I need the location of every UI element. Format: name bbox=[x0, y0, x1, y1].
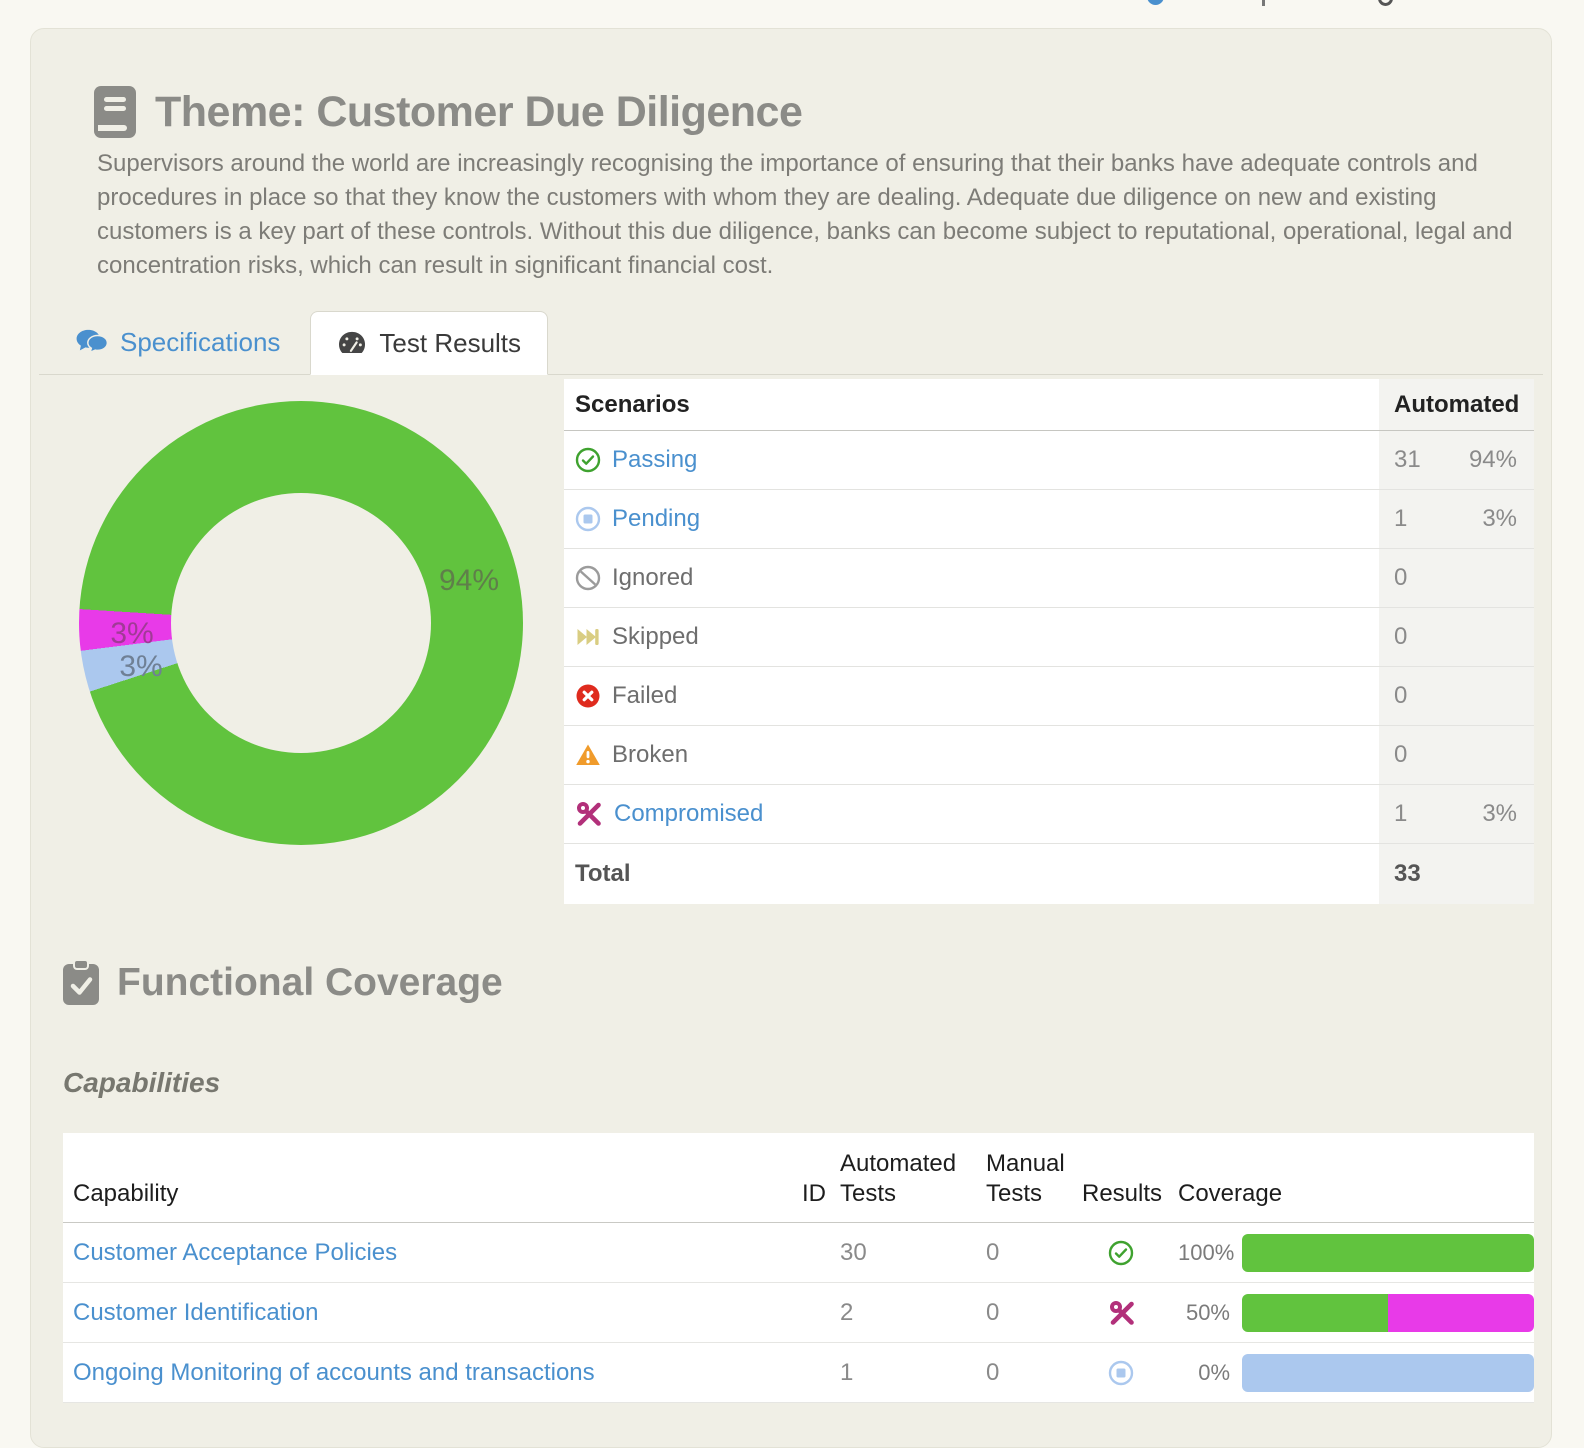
scenario-label-broken: Broken bbox=[612, 741, 688, 769]
donut-label-compromised: 3% bbox=[110, 617, 153, 651]
compromised-icon bbox=[575, 800, 603, 828]
page-title-row: Theme: Customer Due Diligence bbox=[93, 85, 802, 139]
donut-label-passing: 94% bbox=[439, 564, 499, 598]
tab-test-results-label: Test Results bbox=[379, 328, 521, 359]
pending-result-icon bbox=[1108, 1360, 1134, 1386]
page-title: Theme: Customer Due Diligence bbox=[155, 88, 802, 137]
scenario-label-ignored: Ignored bbox=[612, 564, 693, 592]
passing-count: 31 bbox=[1394, 446, 1440, 474]
scenario-link-passing[interactable]: Passing bbox=[612, 446, 697, 474]
table-row-skipped: Skipped 0 bbox=[564, 608, 1534, 667]
coverage-percent-label: 50% bbox=[1178, 1300, 1230, 1326]
failed-icon bbox=[575, 683, 601, 709]
failed-count: 0 bbox=[1394, 682, 1440, 710]
table-row-failed: Failed 0 bbox=[564, 667, 1534, 726]
pending-icon bbox=[575, 506, 601, 532]
passing-percent: 94% bbox=[1469, 446, 1517, 474]
table-row-capability-2: Customer Identification 2 0 50% bbox=[63, 1283, 1534, 1343]
ignored-count: 0 bbox=[1394, 564, 1440, 592]
scenarios-table: Scenarios Automated Passing 31 94% bbox=[564, 379, 1534, 904]
table-row-capability-3: Ongoing Monitoring of accounts and trans… bbox=[63, 1343, 1534, 1403]
coverage-bar bbox=[1242, 1354, 1534, 1392]
capability-link-customer-identification[interactable]: Customer Identification bbox=[73, 1299, 318, 1326]
navbar-fragment-text bbox=[1378, 0, 1393, 6]
tab-test-results[interactable]: Test Results bbox=[310, 311, 548, 375]
results-header: Results bbox=[1082, 1179, 1178, 1222]
scenario-link-compromised[interactable]: Compromised bbox=[614, 800, 763, 828]
clipboard-check-icon bbox=[61, 959, 101, 1007]
theme-description: Supervisors around the world are increas… bbox=[97, 147, 1525, 283]
id-header: ID bbox=[788, 1179, 828, 1222]
total-count: 33 bbox=[1394, 860, 1440, 888]
table-row-total: Total 33 bbox=[564, 844, 1534, 904]
navbar-fragment-icon bbox=[1147, 0, 1164, 5]
tab-specifications-label: Specifications bbox=[120, 327, 280, 358]
capabilities-table: Capability ID Automated Tests Manual Tes… bbox=[63, 1133, 1534, 1403]
passing-result-icon bbox=[1108, 1240, 1134, 1266]
scenario-label-skipped: Skipped bbox=[612, 623, 699, 651]
capability-header: Capability bbox=[63, 1179, 788, 1222]
table-row-ignored: Ignored 0 bbox=[564, 549, 1534, 608]
compromised-result-icon bbox=[1108, 1299, 1136, 1327]
total-label: Total bbox=[564, 844, 1379, 904]
ignored-icon bbox=[575, 565, 601, 591]
scenario-label-failed: Failed bbox=[612, 682, 677, 710]
table-row-pending: Pending 1 3% bbox=[564, 490, 1534, 549]
tab-specifications[interactable]: Specifications bbox=[59, 310, 296, 374]
navbar-fragment-divider bbox=[1262, 0, 1265, 6]
scenario-link-pending[interactable]: Pending bbox=[612, 505, 700, 533]
capability-2-automated: 2 bbox=[828, 1299, 980, 1327]
pending-percent: 3% bbox=[1482, 505, 1517, 533]
automated-header-cell: Automated bbox=[1379, 379, 1534, 430]
skipped-icon bbox=[575, 624, 601, 650]
table-row-compromised: Compromised 1 3% bbox=[564, 785, 1534, 844]
capabilities-header-row: Capability ID Automated Tests Manual Tes… bbox=[63, 1133, 1534, 1223]
book-icon bbox=[93, 85, 137, 139]
broken-icon bbox=[575, 742, 601, 768]
coverage-percent-label: 0% bbox=[1178, 1360, 1230, 1386]
coverage-percent-label: 100% bbox=[1178, 1240, 1230, 1266]
table-row-broken: Broken 0 bbox=[564, 726, 1534, 785]
table-row-passing: Passing 31 94% bbox=[564, 431, 1534, 490]
comments-icon bbox=[75, 328, 109, 356]
donut-label-pending: 3% bbox=[119, 650, 162, 684]
tab-bar: Specifications Test Results bbox=[39, 311, 1543, 375]
compromised-percent: 3% bbox=[1482, 800, 1517, 828]
passing-icon bbox=[575, 447, 601, 473]
capability-1-manual: 0 bbox=[980, 1239, 1082, 1267]
coverage-bar bbox=[1242, 1294, 1534, 1332]
automated-header: Automated bbox=[1394, 391, 1519, 419]
functional-coverage-heading: Functional Coverage bbox=[117, 961, 503, 1005]
scenarios-header: Scenarios bbox=[564, 379, 1379, 430]
skipped-count: 0 bbox=[1394, 623, 1440, 651]
results-donut-chart: 94% 3% 3% bbox=[79, 401, 523, 845]
capability-3-manual: 0 bbox=[980, 1359, 1082, 1387]
automated-tests-header: Automated Tests bbox=[828, 1149, 980, 1222]
capability-link-ongoing-monitoring[interactable]: Ongoing Monitoring of accounts and trans… bbox=[73, 1359, 595, 1386]
manual-tests-header: Manual Tests bbox=[980, 1149, 1082, 1222]
capability-3-automated: 1 bbox=[828, 1359, 980, 1387]
scenarios-header-row: Scenarios Automated bbox=[564, 379, 1534, 431]
coverage-bar bbox=[1242, 1234, 1534, 1272]
coverage-header: Coverage bbox=[1178, 1179, 1534, 1222]
broken-count: 0 bbox=[1394, 741, 1440, 769]
capabilities-subheading: Capabilities bbox=[63, 1067, 220, 1099]
pending-count: 1 bbox=[1394, 505, 1440, 533]
capability-1-automated: 30 bbox=[828, 1239, 980, 1267]
functional-coverage-heading-row: Functional Coverage bbox=[61, 959, 503, 1007]
compromised-count: 1 bbox=[1394, 800, 1440, 828]
gauge-icon bbox=[337, 330, 367, 356]
capability-2-manual: 0 bbox=[980, 1299, 1082, 1327]
theme-card: Theme: Customer Due Diligence Supervisor… bbox=[30, 28, 1552, 1448]
table-row-capability-1: Customer Acceptance Policies 30 0 100% bbox=[63, 1223, 1534, 1283]
capability-link-customer-acceptance-policies[interactable]: Customer Acceptance Policies bbox=[73, 1239, 397, 1266]
